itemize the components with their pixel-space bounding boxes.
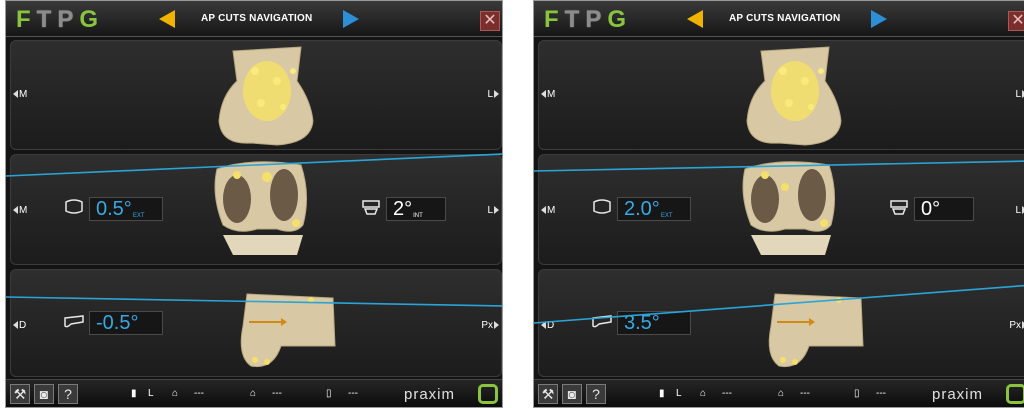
tibia-rotation-unit: INT	[413, 213, 423, 219]
tibia-rotation-readout: 2°INT	[386, 197, 446, 221]
femoral-implant-icon: ⌂	[700, 388, 707, 399]
femur-rotation-icon	[65, 199, 83, 214]
femoral-rotation-readout: 0.5°EXT	[89, 197, 163, 221]
bottom-toolbar: ⚒ ◙ ? ▮ L ⌂ --- ⌂ --- ▯ --- praxim	[6, 379, 502, 407]
bottom-toolbar: ⚒ ◙ ? ▮ L ⌂ --- ⌂ --- ▯ --- praxim	[534, 379, 1024, 407]
tibial-implant-size: ---	[800, 388, 810, 399]
close-button[interactable]: ✕	[480, 11, 500, 31]
header-bar: FTPG AP CUTS NAVIGATION ✕	[6, 1, 502, 37]
previous-step-arrow-icon[interactable]	[159, 10, 175, 28]
logo-t: T	[36, 6, 58, 33]
tibial-implant-icon: ⌂	[778, 388, 785, 399]
close-button[interactable]: ✕	[1008, 11, 1024, 31]
insert-icon: ▯	[326, 388, 332, 399]
femur-frontal-view-panel: M L	[10, 40, 502, 150]
insert-size: ---	[348, 388, 358, 399]
flexion-value: -0.5°	[96, 312, 139, 334]
femur-anterior-illustration	[218, 46, 314, 146]
leg-icon: ▮	[659, 388, 665, 399]
femoral-rotation-unit: EXT	[132, 213, 145, 219]
femoral-implant-icon: ⌂	[172, 388, 179, 399]
logo-t: T	[564, 6, 586, 33]
femur-anterior-illustration	[746, 46, 842, 146]
wrench-icon: ⚒	[13, 386, 27, 402]
tibia-rotation-icon	[362, 200, 380, 215]
next-step-arrow-icon[interactable]	[871, 10, 887, 28]
leg-icon: ▮	[131, 388, 137, 399]
camera-button[interactable]: ◙	[34, 384, 54, 404]
tools-button[interactable]: ⚒	[10, 384, 30, 404]
camera-button[interactable]: ◙	[562, 384, 582, 404]
femoral-implant-size: ---	[722, 388, 732, 399]
tibia-rotation-icon	[890, 200, 908, 215]
tibia-rotation-value: 2°	[393, 198, 413, 220]
logo-g: G	[607, 6, 633, 33]
femoral-implant-size: ---	[194, 388, 204, 399]
camera-icon: ◙	[39, 386, 49, 402]
flexion-readout: 3.5°	[617, 311, 691, 335]
next-step-arrow-icon[interactable]	[343, 10, 359, 28]
logo-p: P	[585, 6, 608, 33]
femoral-rotation-value: 0.5°	[96, 198, 132, 220]
flexion-icon	[64, 315, 84, 328]
brand-logo-text: praxim	[932, 386, 984, 403]
page-title: AP CUTS NAVIGATION	[729, 13, 841, 24]
femur-rotation-icon	[593, 199, 611, 214]
femur-sagittal-view-panel: D Px 3.5°	[538, 269, 1024, 377]
flexion-readout: -0.5°	[89, 311, 163, 335]
leg-side-label: L	[676, 388, 682, 399]
brand-logo-text: praxim	[404, 386, 456, 403]
leg-side-label: L	[148, 388, 154, 399]
femur-axial-view-panel: M L 2.0°EXT 0°	[538, 154, 1024, 265]
femur-sagittal-view-panel: D Px -0.5°	[10, 269, 502, 377]
logo-g: G	[79, 6, 105, 33]
ftpg-logo: FTPG	[16, 6, 104, 34]
navigation-screen-1: FTPG AP CUTS NAVIGATION ✕ M L M L 0.5°EX…	[5, 0, 503, 408]
help-button[interactable]: ?	[58, 384, 78, 404]
femur-frontal-view-panel: M L	[538, 40, 1024, 150]
help-button[interactable]: ?	[586, 384, 606, 404]
previous-step-arrow-icon[interactable]	[687, 10, 703, 28]
praxim-logo-icon	[478, 384, 498, 404]
header-bar: FTPG AP CUTS NAVIGATION ✕	[534, 1, 1024, 37]
flexion-icon	[592, 315, 612, 328]
praxim-logo-icon	[1006, 384, 1024, 404]
logo-p: P	[57, 6, 80, 33]
insert-size: ---	[876, 388, 886, 399]
tibial-implant-size: ---	[272, 388, 282, 399]
femoral-rotation-unit: EXT	[660, 213, 673, 219]
ftpg-logo: FTPG	[544, 6, 632, 34]
tibia-rotation-value: 0°	[921, 198, 941, 220]
tibial-implant-icon: ⌂	[250, 388, 257, 399]
flexion-value: 3.5°	[624, 312, 660, 334]
tibia-rotation-readout: 0°	[914, 197, 974, 221]
logo-f: F	[544, 6, 565, 33]
camera-icon: ◙	[567, 386, 577, 402]
femur-axial-view-panel: M L 0.5°EXT 2°INT	[10, 154, 502, 265]
logo-f: F	[16, 6, 37, 33]
femoral-rotation-value: 2.0°	[624, 198, 660, 220]
navigation-screen-2: FTPG AP CUTS NAVIGATION ✕ M L M L 2.0°EX…	[533, 0, 1024, 408]
page-title: AP CUTS NAVIGATION	[201, 13, 313, 24]
wrench-icon: ⚒	[541, 386, 555, 402]
insert-icon: ▯	[854, 388, 860, 399]
tools-button[interactable]: ⚒	[538, 384, 558, 404]
femoral-rotation-readout: 2.0°EXT	[617, 197, 691, 221]
